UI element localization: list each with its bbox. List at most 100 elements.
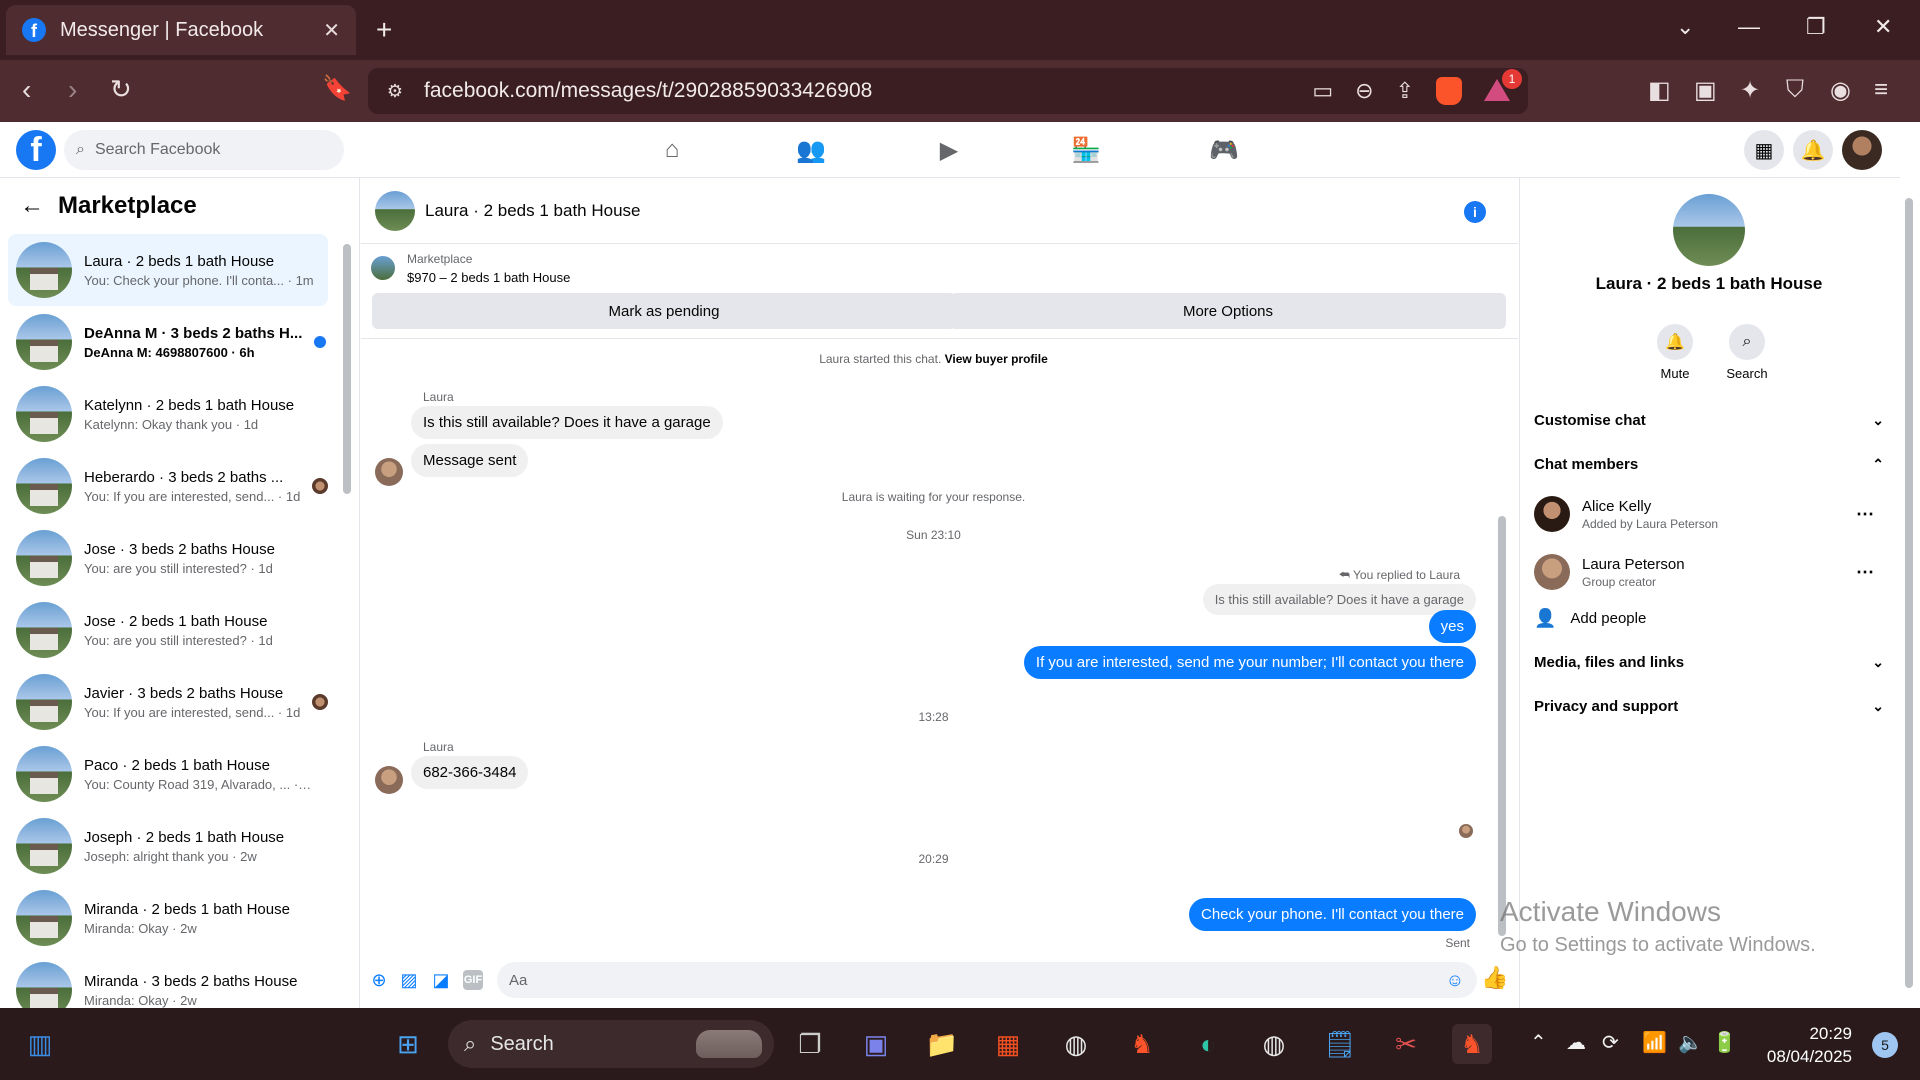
brave-icon[interactable]: ♞ [1122,1024,1162,1064]
add-people-row[interactable]: 👤 Add people [1534,596,1884,640]
member-row[interactable]: Laura Peterson Group creator ⋯ [1534,544,1884,600]
conversation-avatar[interactable] [16,314,72,370]
conversation-avatar[interactable] [16,890,72,946]
notifications-bell-icon[interactable]: 🔔 [1793,130,1833,170]
widgets-icon[interactable]: ▥ [20,1024,60,1064]
conversation-item[interactable]: DeAnna M · 3 beds 2 baths H... DeAnna M: … [8,306,328,378]
member-avatar[interactable] [1534,554,1570,590]
snipping-tool-icon[interactable]: ✂ [1386,1024,1426,1064]
conversation-avatar[interactable] [16,746,72,802]
page-scroll-thumb[interactable] [1905,198,1913,988]
message-scrollbar[interactable] [1497,346,1507,946]
leo-ai-icon[interactable]: ✦ [1740,76,1760,105]
chat-avatar[interactable] [375,190,415,231]
tab-list-chevron-icon[interactable]: ⌄ [1676,14,1694,40]
sync-icon[interactable]: ⟳ [1602,1030,1619,1055]
conversation-item[interactable]: Joseph · 2 beds 1 bath House Joseph: alri… [8,810,328,882]
conversation-avatar[interactable] [16,674,72,730]
sidebar-scrollbar[interactable] [342,234,352,1004]
tab-close-icon[interactable]: ✕ [323,18,340,43]
volume-icon[interactable]: 🔈 [1678,1030,1703,1055]
friends-icon[interactable]: 👥 [796,136,826,165]
outgoing-message[interactable]: yes [1428,610,1476,643]
conversation-item[interactable]: Miranda · 3 beds 2 baths House Miranda: O… [8,954,328,1008]
more-options-button[interactable]: More Options [950,293,1506,329]
emoji-icon[interactable]: ☺ [1445,970,1465,990]
conversation-avatar[interactable] [16,242,72,298]
facebook-logo-icon[interactable]: f [16,130,56,170]
profile-icon[interactable]: ◉ [1830,76,1851,105]
conversation-item[interactable]: Miranda · 2 beds 1 bath House Miranda: Ok… [8,882,328,954]
account-avatar[interactable] [1842,130,1882,170]
sticker-icon[interactable]: ◪ [431,970,451,990]
incoming-message[interactable]: 682-366-3484 [411,756,529,789]
chat-members-row[interactable]: Chat members ⌃ [1534,442,1884,486]
outgoing-message[interactable]: If you are interested, send me your numb… [1023,646,1476,679]
chat-details-avatar[interactable] [1673,194,1745,266]
windows-start-icon[interactable]: ⊞ [388,1024,428,1064]
microsoft-store-icon[interactable]: ▦ [988,1024,1028,1064]
tray-overflow-icon[interactable]: ⌃ [1530,1030,1547,1055]
restore-icon[interactable]: ❐ [1806,14,1826,40]
more-options-icon[interactable]: ⋯ [1856,562,1874,583]
conversation-avatar[interactable] [16,386,72,442]
customise-chat-row[interactable]: Customise chat ⌄ [1534,398,1884,442]
conversation-avatar[interactable] [16,458,72,514]
wifi-icon[interactable]: 📶 [1642,1030,1667,1055]
notepad-icon[interactable]: 🗒 [1320,1024,1360,1064]
reload-icon[interactable]: ↻ [110,74,132,105]
clock[interactable]: 20:29 08/04/2025 [1767,1022,1852,1068]
forward-icon[interactable]: › [68,74,77,106]
page-scrollbar[interactable] [1902,178,1916,1008]
file-explorer-icon[interactable]: 📁 [922,1024,962,1064]
member-row[interactable]: Alice Kelly Added by Laura Peterson ⋯ [1534,486,1884,542]
marketplace-icon[interactable]: 🏪 [1071,136,1101,165]
battery-icon[interactable]: 🔋 [1712,1030,1737,1055]
conversation-item[interactable]: Jose · 3 beds 2 baths House You: are you … [8,522,328,594]
back-icon[interactable]: ‹ [22,74,31,106]
conversation-item[interactable]: Laura · 2 beds 1 bath House You: Check yo… [8,234,328,306]
brave-shields-icon[interactable] [1436,77,1462,105]
message-input[interactable]: Aa [497,962,1477,998]
facebook-search-input[interactable]: ⌕ Search Facebook [64,130,344,170]
share-icon[interactable]: ⇪ [1396,78,1414,104]
info-icon[interactable]: i [1464,201,1486,223]
zoom-icon[interactable]: ⊖ [1355,78,1373,104]
brave-rewards-icon[interactable]: 1 [1484,69,1522,103]
conversation-item[interactable]: Katelynn · 2 beds 1 bath House Katelynn: … [8,378,328,450]
taskbar-search[interactable]: ⌕ Search [448,1020,774,1068]
new-tab-icon[interactable]: + [376,14,392,46]
conversation-item[interactable]: Paco · 2 beds 1 bath House You: County Ro… [8,738,328,810]
minimize-icon[interactable]: — [1738,14,1760,40]
conversation-avatar[interactable] [16,962,72,1008]
laura-avatar[interactable] [375,458,403,486]
privacy-support-row[interactable]: Privacy and support ⌄ [1534,684,1884,728]
notification-badge[interactable]: 5 [1872,1032,1898,1058]
chrome-icon[interactable]: ◍ [1056,1024,1096,1064]
thumbs-up-icon[interactable]: 👍 [1481,965,1508,990]
media-files-row[interactable]: Media, files and links ⌄ [1534,640,1884,684]
listing-title[interactable]: $970 – 2 beds 1 bath House [407,270,570,285]
mute-button[interactable]: 🔔 Mute [1645,324,1705,381]
back-arrow-icon[interactable]: ← [20,192,44,220]
member-avatar[interactable] [1534,496,1570,532]
chrome-profile-icon[interactable]: ◍ [1254,1024,1294,1064]
teams-icon[interactable]: ▣ [856,1024,896,1064]
search-in-chat-button[interactable]: ⌕ Search [1717,324,1777,381]
task-view-icon[interactable]: ❐ [790,1024,830,1064]
mark-pending-button[interactable]: Mark as pending [372,293,956,329]
url-text[interactable]: facebook.com/messages/t/2902885903342690… [424,79,1312,103]
brave-active-icon[interactable]: ♞ [1452,1024,1492,1064]
conversation-item[interactable]: Heberardo · 3 beds 2 baths ... You: If yo… [8,450,328,522]
plus-icon[interactable]: ⊕ [369,970,389,990]
laura-avatar[interactable] [375,766,403,794]
sidebar-toggle-icon[interactable]: ◧ [1648,76,1671,105]
chat-title[interactable]: Laura · 2 beds 1 bath House [425,201,640,221]
conversation-avatar[interactable] [16,602,72,658]
more-options-icon[interactable]: ⋯ [1856,504,1874,525]
photo-icon[interactable]: ▨ [399,970,419,990]
onedrive-icon[interactable]: ☁ [1566,1030,1586,1055]
bookmark-icon[interactable]: 🔖 [322,74,352,103]
listing-thumbnail[interactable] [371,256,395,280]
menu-grid-icon[interactable]: ▦ [1744,130,1784,170]
